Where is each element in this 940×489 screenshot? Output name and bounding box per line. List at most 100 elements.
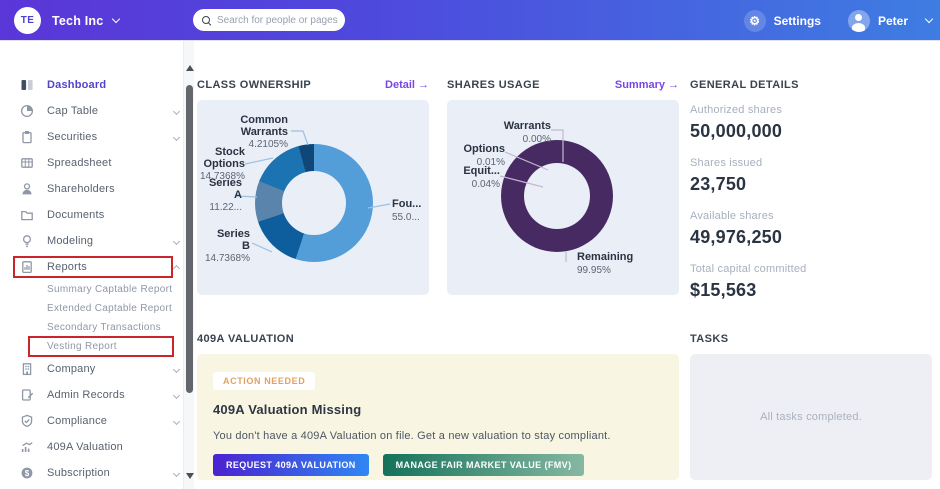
tasks-panel: All tasks completed. [690,354,932,480]
detail-label: Authorized shares [690,104,783,116]
sidebar-item-dashboard[interactable]: Dashboard [0,72,196,98]
tasks-empty-text: All tasks completed. [760,411,862,423]
company-icon [20,362,34,376]
sidebar-item-label: Extended Captable Report [47,303,173,314]
documents-icon [20,208,34,222]
company-switcher[interactable]: Tech Inc [52,0,121,41]
chevron-down-icon [172,391,181,399]
sidebar-item-extended-captable-report[interactable]: Extended Captable Report [0,299,196,318]
valuation-title: 409A VALUATION [197,333,295,345]
general-detail-shares-issued: Shares issued 23,750 [690,157,932,195]
chevron-down-icon [172,365,181,373]
sidebar-item-reports[interactable]: Reports [0,254,196,280]
sidebar-item-409a-valuation[interactable]: 409A Valuation [0,434,196,460]
app-root: TE Tech Inc ⚙ Settings Peter Dashboard Ca… [0,0,940,489]
manage-fmv-button[interactable]: MANAGE FAIR MARKET VALUE (FMV) [382,454,585,476]
shares-usage-title: SHARES USAGE [447,79,540,91]
sidebar-item-label: Modeling [47,235,94,247]
class-ownership-title: CLASS OWNERSHIP [197,79,312,91]
modeling-icon [20,234,34,248]
scrollbar-thumb[interactable] [186,85,193,393]
chart-label-common-warrants: Common Warrants 4.2105% [240,114,288,150]
sidebar-item-label: Vesting Report [47,341,117,352]
tasks-header: TASKS [690,332,932,346]
arrow-right-icon: → [418,79,429,91]
sidebar-item-subscription[interactable]: $ Subscription [0,460,196,486]
general-details-list: Authorized shares 50,000,000 Shares issued… [690,104,932,316]
user-menu[interactable]: Peter [847,9,934,32]
chart-label-founders: Fou... 55.0... [392,198,422,223]
general-detail-available-shares: Available shares 49,976,250 [690,210,932,248]
sidebar-item-label: Cap Table [47,105,99,117]
sidebar-item-label: Admin Records [47,389,125,401]
reports-icon [20,260,34,274]
chevron-down-icon [172,237,181,245]
detail-value: $15,563 [690,280,757,300]
tasks-title: TASKS [690,333,729,345]
sidebar-item-modeling[interactable]: Modeling [0,228,196,254]
search-bar[interactable] [193,9,345,31]
sidebar-item-vesting-report[interactable]: Vesting Report [0,337,196,356]
user-avatar [847,9,870,32]
donut-class-chart [255,144,373,262]
settings-label: Settings [773,13,821,28]
sidebar-item-label: Shareholders [47,183,115,195]
chevron-down-icon [924,14,934,24]
sidebar-item-compliance[interactable]: Compliance [0,408,196,434]
donut-shares-chart [501,140,613,252]
valuation-header: 409A VALUATION [197,332,679,346]
scroll-up-arrow-icon[interactable] [186,65,194,71]
gear-icon: ⚙ [743,9,766,32]
shares-usage-header: SHARES USAGE Summary → [447,78,679,92]
chart-label-remaining: Remaining 99.95% [577,251,634,276]
sidebar-item-label: Subscription [47,467,110,479]
admin-records-icon [20,388,34,402]
chart-label-warrants: Warrants 0.00% [503,120,551,145]
arrow-right-icon: → [668,79,679,91]
action-needed-badge: ACTION NEEDED [213,372,316,390]
search-input[interactable] [217,14,345,26]
valuation-panel: ACTION NEEDED 409A Valuation Missing You… [197,354,679,480]
chart-label-equity: Equit... 0.04% [463,165,500,190]
sidebar-item-company[interactable]: Company [0,356,196,382]
request-409a-valuation-button[interactable]: REQUEST 409A VALUATION [213,454,369,476]
svg-text:$: $ [25,469,30,478]
valuation-missing-body: You don't have a 409A Valuation on file.… [213,430,611,442]
sidebar-scrollbar[interactable] [183,41,194,489]
sidebar-item-documents[interactable]: Documents [0,202,196,228]
company-avatar[interactable]: TE [14,7,41,34]
chart-label-series-b: Series B 14.7368% [204,228,250,264]
class-ownership-detail-link[interactable]: Detail → [385,79,429,91]
general-details-header: GENERAL DETAILS [690,78,932,92]
sidebar-item-label: Summary Captable Report [47,284,173,295]
spreadsheet-icon [20,156,34,170]
sidebar-item-shareholders[interactable]: Shareholders [0,176,196,202]
sidebar-item-label: Dashboard [47,79,107,91]
scroll-down-arrow-icon[interactable] [186,473,194,479]
settings-button[interactable]: ⚙ Settings [743,9,821,32]
valuation-missing-heading: 409A Valuation Missing [213,402,362,417]
sidebar-item-secondary-transactions[interactable]: Secondary Transactions [0,318,196,337]
class-ownership-chart: Fou... 55.0... Series B 14.7368% Series A 11.22… [197,100,429,295]
sidebar-item-label: 409A Valuation [47,441,123,453]
detail-label: Shares issued [690,157,763,169]
chevron-down-icon [172,417,181,425]
topbar-actions: ⚙ Settings Peter [743,0,934,41]
shares-usage-summary-link[interactable]: Summary → [615,79,679,91]
chevron-up-icon [172,264,181,273]
general-detail-authorized-shares: Authorized shares 50,000,000 [690,104,932,142]
sidebar-item-securities[interactable]: Securities [0,124,196,150]
sidebar-item-admin-records[interactable]: Admin Records [0,382,196,408]
chevron-down-icon [172,133,181,141]
sidebar-item-label: Securities [47,131,98,143]
detail-label: Available shares [690,210,774,222]
general-detail-total-capital-committed: Total capital committed $15,563 [690,263,932,301]
valuation-buttons: REQUEST 409A VALUATION MANAGE FAIR MARKE… [213,454,663,476]
sidebar-item-cap-table[interactable]: Cap Table [0,98,196,124]
sidebar-item-spreadsheet[interactable]: Spreadsheet [0,150,196,176]
sidebar-nav: Dashboard Cap Table Securities Spreadsheet S… [0,41,196,486]
valuation-icon [20,440,34,454]
shares-usage-chart: Warrants 0.00% Options 0.01% Equit... 0.04% Re… [447,100,679,295]
sidebar-item-summary-captable-report[interactable]: Summary Captable Report [0,280,196,299]
sidebar-item-label: Documents [47,209,105,221]
